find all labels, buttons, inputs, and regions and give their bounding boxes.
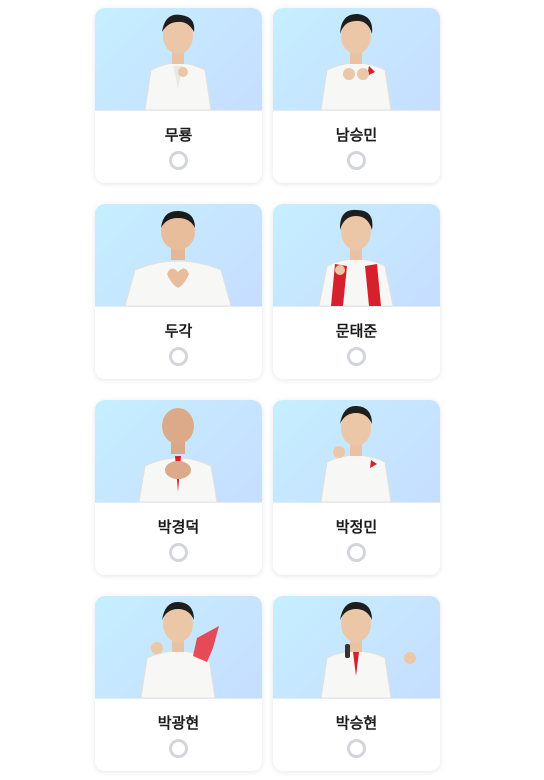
candidate-card-3[interactable]: 두각 — [95, 204, 262, 379]
candidate-name: 박정민 — [335, 518, 378, 536]
vote-radio[interactable] — [347, 739, 366, 758]
vote-radio[interactable] — [347, 347, 366, 366]
candidate-name: 박경덕 — [157, 518, 200, 536]
candidate-photo — [95, 596, 262, 699]
candidate-card-4[interactable]: 문태준 — [273, 204, 440, 379]
person-photo-icon — [140, 601, 219, 698]
candidate-name: 남승민 — [335, 126, 378, 144]
candidate-photo — [95, 400, 262, 503]
candidate-name: 문태준 — [335, 322, 378, 340]
vote-radio[interactable] — [169, 151, 188, 170]
candidate-card-1[interactable]: 무룡 — [95, 8, 262, 183]
candidate-photo — [95, 204, 262, 307]
candidate-photo — [95, 8, 262, 111]
candidate-card-8[interactable]: 박승현 — [273, 596, 440, 771]
candidate-name: 박광현 — [157, 714, 200, 732]
candidate-grid: 무룡 남승민 두각 문태준 박경덕 박정민 박광현 박승현 — [0, 0, 544, 780]
candidate-photo — [273, 400, 440, 503]
candidate-photo — [273, 596, 440, 699]
person-photo-icon — [320, 405, 392, 502]
person-photo-icon — [124, 210, 232, 306]
vote-radio[interactable] — [347, 543, 366, 562]
vote-radio[interactable] — [169, 347, 188, 366]
candidate-card-6[interactable]: 박정민 — [273, 400, 440, 575]
person-photo-icon — [320, 601, 416, 698]
candidate-card-2[interactable]: 남승민 — [273, 8, 440, 183]
person-photo-icon — [320, 13, 392, 110]
candidate-name: 두각 — [164, 322, 193, 340]
vote-radio[interactable] — [347, 151, 366, 170]
person-photo-icon — [318, 209, 394, 306]
candidate-name: 박승현 — [335, 714, 378, 732]
person-photo-icon — [144, 14, 212, 110]
candidate-card-7[interactable]: 박광현 — [95, 596, 262, 771]
candidate-photo — [273, 8, 440, 111]
vote-radio[interactable] — [169, 543, 188, 562]
person-photo-icon — [138, 408, 218, 502]
candidate-name: 무룡 — [164, 126, 193, 144]
vote-radio[interactable] — [169, 739, 188, 758]
candidate-photo — [273, 204, 440, 307]
candidate-card-5[interactable]: 박경덕 — [95, 400, 262, 575]
